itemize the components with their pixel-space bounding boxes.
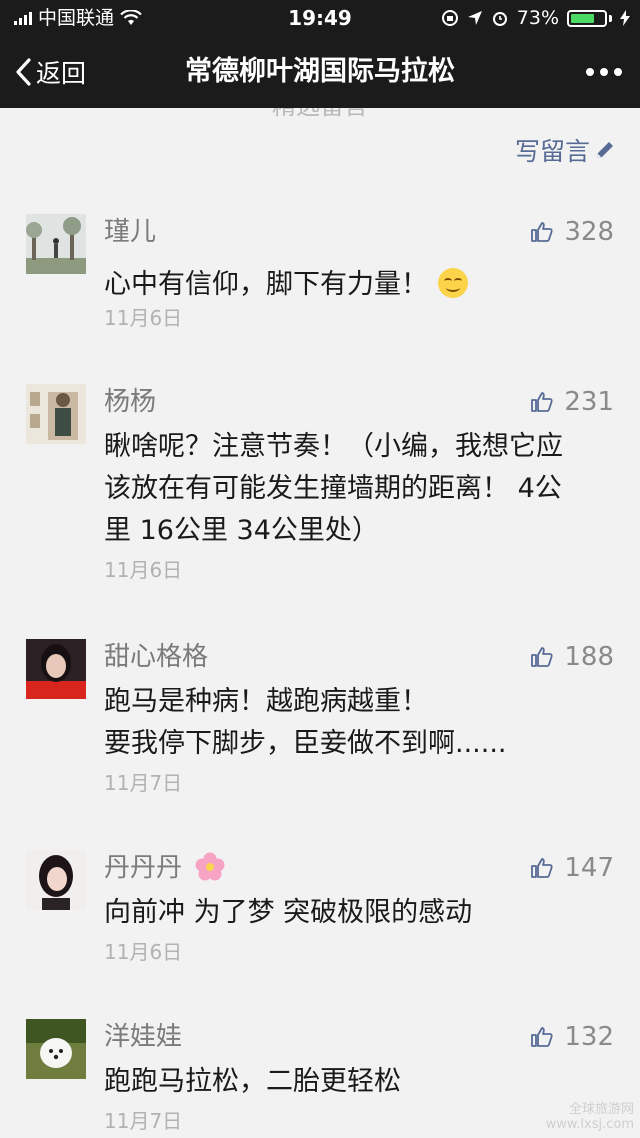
orientation-lock-icon [441,10,458,26]
comment-text: 向前冲 为了梦 突破极限的感动 [104,892,614,934]
avatar[interactable] [26,1019,86,1079]
smiling-face-icon [438,268,468,298]
comment-author: 丹丹丹 [104,850,226,886]
comment-text: 跑马是种病！越跑病越重！ 要我停下脚步，臣妾做不到啊...... [104,681,614,765]
watermark-line: www.lxsj.com [545,1117,634,1132]
status-right: 73% [441,0,630,36]
charging-icon [620,10,630,26]
comment-line: 跑马是种病！越跑病越重！ [104,686,428,717]
comment-line: 跑跑马拉松，二胎更轻松 [104,1066,401,1097]
thumbs-up-icon [531,858,553,878]
navigation-bar: 返回 常德柳叶湖国际马拉松 [0,40,640,104]
location-icon [467,11,482,25]
battery-percent: 73% [516,7,559,29]
like-button[interactable]: 147 [530,850,614,886]
comment-line: 里 16公里 34公里处） [104,515,379,546]
status-bar: 中国联通 19:49 73% [0,0,640,36]
like-button[interactable]: 188 [530,639,614,675]
comment-date: 11月7日 [104,1109,183,1133]
avatar[interactable] [26,384,86,444]
like-button[interactable]: 231 [530,384,614,420]
avatar[interactable] [26,214,86,274]
more-dot-icon [614,68,622,76]
like-count: 147 [564,853,614,883]
more-dot-icon [586,68,594,76]
like-button[interactable]: 328 [530,214,614,250]
comment-author: 杨杨 [104,387,157,417]
comment-date: 11月6日 [104,558,183,582]
comment-date: 11月6日 [104,306,183,330]
comment-text: 跑跑马拉松，二胎更轻松 [104,1061,614,1103]
like-count: 188 [564,642,614,672]
comment-line: 要我停下脚步，臣妾做不到啊...... [104,728,507,759]
watermark: 全球旅游网 www.lxsj.com [546,1102,634,1132]
comment-author: 洋娃娃 [104,1022,183,1052]
comment-date: 11月7日 [104,771,183,795]
comment-author: 瑾儿 [104,217,157,247]
like-count: 231 [564,387,614,417]
page-title: 常德柳叶湖国际马拉松 [185,56,455,87]
thumbs-up-icon [531,1027,553,1047]
thumbs-up-icon [531,647,553,667]
watermark-line: 全球旅游网 [568,1102,634,1117]
comment-line: 该放在有可能发生撞墙期的距离！ 4公 [104,473,562,504]
comment-author: 甜心格格 [104,642,209,672]
top-bar: 中国联通 19:49 73% 返回 常德柳叶湖国际马拉松 [0,0,640,108]
avatar[interactable] [26,639,86,699]
comment-text: 瞅啥呢？注意节奏！（小编，我想它应 该放在有可能发生撞墙期的距离！ 4公 里 1… [104,426,614,552]
comment-line: 向前冲 为了梦 突破极限的感动 [104,897,473,928]
comment-line: 心中有信仰，脚下有力量！ [104,269,428,300]
comment-text: 心中有信仰，脚下有力量！ [104,264,614,306]
more-button[interactable] [586,40,622,104]
like-button[interactable]: 132 [530,1019,614,1055]
avatar[interactable] [26,850,86,910]
flower-icon [195,852,225,881]
write-comment-label: 写留言 [514,137,590,166]
comment-date: 11月6日 [104,940,183,964]
like-count: 328 [564,217,614,247]
like-count: 132 [564,1022,614,1052]
more-dot-icon [600,68,608,76]
comment-author-name: 丹丹丹 [104,853,183,883]
pencil-icon [597,142,613,158]
thumbs-up-icon [531,222,553,242]
alarm-icon [492,12,507,26]
thumbs-up-icon [531,392,553,412]
battery-icon [567,9,607,27]
battery-tip [609,14,612,22]
comment-line: 瞅啥呢？注意节奏！（小编，我想它应 [104,431,563,462]
write-comment-button[interactable]: 写留言 [515,132,616,168]
